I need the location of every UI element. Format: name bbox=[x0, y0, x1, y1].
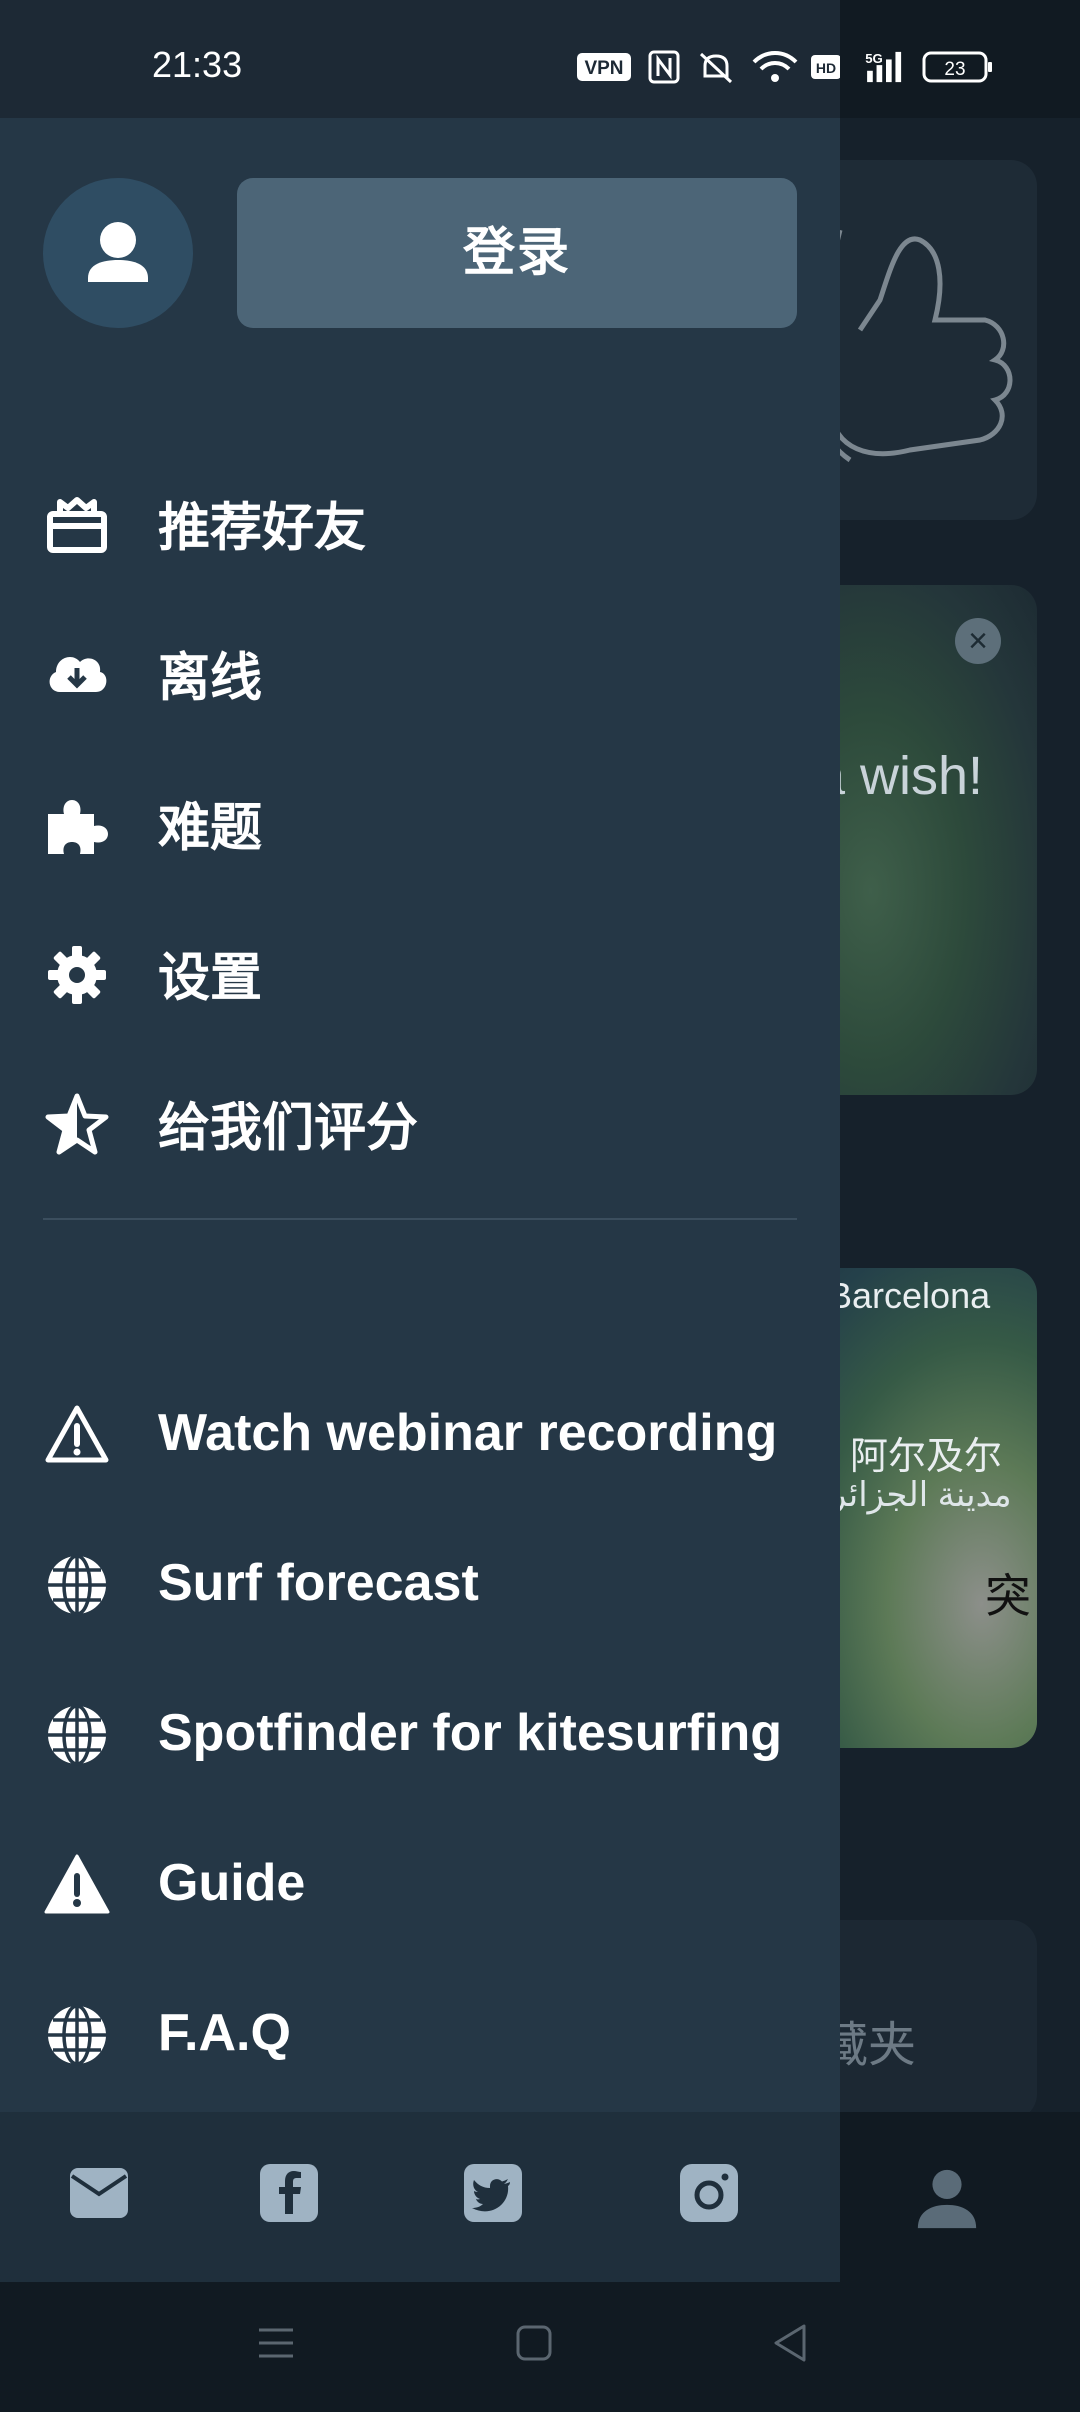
nfc-icon bbox=[648, 50, 680, 84]
menu-item-webinar[interactable]: Watch webinar recording bbox=[0, 1378, 840, 1488]
status-bar: 21:33 VPN HD bbox=[0, 0, 841, 118]
twitter-icon[interactable] bbox=[462, 2162, 524, 2224]
navigation-drawer: 登录 推荐好友 离线 难题 设置 给我们评分 Watch webinar rec… bbox=[0, 118, 840, 2282]
wifi-icon bbox=[752, 51, 798, 82]
svg-text:HD: HD bbox=[816, 60, 836, 76]
social-links-bar bbox=[0, 2112, 840, 2282]
menu-item-label: F.A.Q bbox=[158, 2004, 291, 2062]
map-label-arabic: مدينة الجزائر bbox=[830, 1476, 1012, 1514]
instagram-icon[interactable] bbox=[678, 2162, 740, 2224]
menu-item-label: Guide bbox=[158, 1854, 306, 1912]
menu-item-label: Spotfinder for kitesurfing bbox=[158, 1704, 782, 1762]
globe-icon bbox=[48, 1554, 106, 1616]
svg-text:5G: 5G bbox=[865, 51, 883, 66]
map-label-city: Barcelona bbox=[828, 1275, 991, 1316]
avatar[interactable] bbox=[43, 178, 193, 328]
menu-item-label: Surf forecast bbox=[158, 1554, 479, 1612]
menu-item-refer-friend[interactable]: 推荐好友 bbox=[0, 468, 840, 578]
menu-item-faq[interactable]: F.A.Q bbox=[0, 1978, 840, 2088]
warning-filled-icon bbox=[44, 1854, 110, 1914]
home-nav-icon[interactable] bbox=[515, 2322, 553, 2364]
menu-item-guide[interactable]: Guide bbox=[0, 1828, 840, 1938]
login-button[interactable]: 登录 bbox=[237, 178, 797, 328]
menu-divider bbox=[43, 1218, 797, 1220]
warning-outline-icon bbox=[45, 1405, 109, 1463]
globe-icon bbox=[48, 1704, 106, 1766]
close-icon[interactable]: × bbox=[955, 618, 1001, 664]
clock: 21:33 bbox=[152, 44, 243, 85]
profile-icon[interactable] bbox=[912, 2164, 982, 2234]
menu-item-puzzle[interactable]: 难题 bbox=[0, 768, 840, 878]
mute-bell-icon bbox=[699, 52, 733, 84]
menu-nav-icon[interactable] bbox=[255, 2322, 297, 2364]
hd-icon: HD bbox=[811, 55, 841, 79]
system-nav-bar bbox=[0, 2282, 1080, 2412]
menu-item-label: Watch webinar recording bbox=[158, 1404, 778, 1462]
menu-item-surf-forecast[interactable]: Surf forecast bbox=[0, 1528, 840, 1638]
user-icon bbox=[88, 222, 148, 282]
battery-icon: 23 bbox=[922, 51, 992, 83]
gift-icon bbox=[47, 497, 107, 553]
wish-text: a wish! bbox=[815, 746, 984, 806]
globe-icon bbox=[48, 2004, 106, 2066]
menu-item-label: 推荐好友 bbox=[158, 499, 367, 558]
map-label-country: 阿尔及尔 bbox=[850, 1436, 1003, 1478]
puzzle-icon bbox=[48, 800, 108, 854]
vpn-icon: VPN bbox=[577, 53, 631, 81]
menu-item-label: 难题 bbox=[158, 799, 263, 858]
cloud-download-icon bbox=[49, 657, 107, 692]
menu-item-offline[interactable]: 离线 bbox=[0, 618, 840, 728]
menu-item-label: 离线 bbox=[158, 649, 263, 708]
svg-text:23: 23 bbox=[944, 59, 965, 80]
signal-icon: 5G bbox=[865, 51, 902, 83]
back-nav-icon[interactable] bbox=[770, 2322, 812, 2364]
star-half-icon bbox=[45, 1093, 109, 1155]
status-bar-right: 5G 23 bbox=[840, 0, 1080, 118]
menu-item-rate-us[interactable]: 给我们评分 bbox=[0, 1068, 840, 1178]
svg-text:VPN: VPN bbox=[584, 58, 623, 79]
menu-item-label: 设置 bbox=[158, 949, 263, 1008]
menu-item-settings[interactable]: 设置 bbox=[0, 918, 840, 1028]
menu-item-label: 给我们评分 bbox=[158, 1099, 419, 1158]
facebook-icon[interactable] bbox=[258, 2162, 320, 2224]
map-label-partial: 突 bbox=[985, 1570, 1031, 1622]
gear-icon bbox=[48, 946, 106, 1004]
mail-icon[interactable] bbox=[68, 2162, 130, 2224]
menu-item-spotfinder[interactable]: Spotfinder for kitesurfing bbox=[0, 1678, 840, 1788]
